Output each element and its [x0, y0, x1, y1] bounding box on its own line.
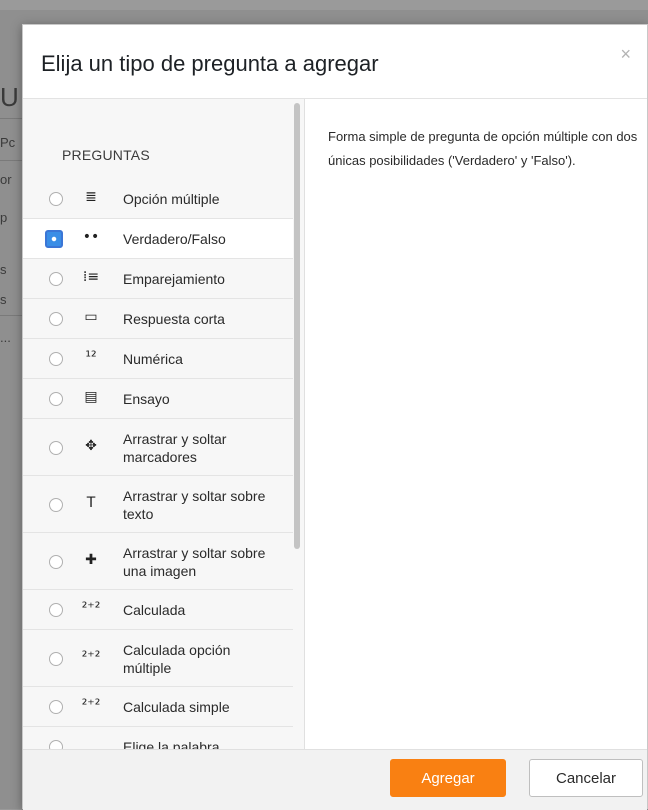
options-container: ≣ Opción múltiple •• Verdadero/Falso ⁞≡ Empar…	[23, 179, 293, 749]
radio-button[interactable]	[49, 352, 63, 366]
scrollbar[interactable]	[294, 103, 300, 549]
question-type-option[interactable]: ✥ Arrastrar y soltar marcadores	[23, 419, 293, 476]
option-label: Calculada	[123, 602, 186, 618]
description-pane: Forma simple de pregunta de opción múlti…	[304, 99, 647, 749]
numeric-icon: ¹²	[85, 349, 97, 365]
radio-button[interactable]	[49, 554, 63, 569]
radio-button[interactable]	[49, 497, 63, 512]
cancel-button[interactable]: Cancelar	[529, 759, 643, 797]
option-label: Respuesta corta	[123, 311, 225, 327]
background-fragment: Pc	[0, 135, 16, 150]
dialog-body: PREGUNTAS ≣ Opción múltiple •• Verdadero/Fa…	[23, 99, 647, 749]
dialog-footer: Agregar Cancelar	[23, 749, 647, 810]
drag-markers-icon: ✥	[85, 437, 97, 454]
match-icon: ⁞≡	[82, 269, 100, 285]
question-type-option[interactable]: ¹² Numérica	[23, 339, 293, 379]
radio-button[interactable]	[49, 272, 63, 286]
question-type-list[interactable]: PREGUNTAS ≣ Opción múltiple •• Verdadero/Fa…	[23, 99, 305, 749]
radio-button[interactable]	[49, 392, 63, 406]
background-fragment: s	[0, 292, 7, 307]
question-type-option[interactable]: ▤ Ensayo	[23, 379, 293, 419]
drag-text-icon: T	[86, 494, 96, 511]
radio-button[interactable]	[49, 312, 63, 326]
option-label: Arrastrar y soltar marcadores	[123, 430, 227, 465]
add-button[interactable]: Agregar	[390, 759, 506, 797]
option-label: Elige la palabra	[123, 739, 220, 749]
question-type-option[interactable]: •• Verdadero/Falso	[23, 219, 293, 259]
dialog-header: Elija un tipo de pregunta a agregar ×	[23, 25, 647, 99]
background-fragment: U	[0, 82, 19, 112]
background-fragment: s	[0, 262, 7, 277]
option-label: Opción múltiple	[123, 191, 220, 207]
question-type-option[interactable]: ²⁺² Calculada simple	[23, 687, 293, 727]
radio-button[interactable]	[49, 440, 63, 455]
radio-button[interactable]	[49, 651, 63, 666]
dots-icon: ••	[82, 229, 100, 245]
question-type-option[interactable]: ²⁺² Calculada	[23, 590, 293, 630]
question-type-description: Forma simple de pregunta de opción múlti…	[328, 129, 638, 168]
option-label: Ensayo	[123, 391, 170, 407]
calculated-multi-icon: ²⁺²	[81, 648, 101, 665]
list-icon: ≣	[85, 189, 97, 205]
close-icon[interactable]: ×	[620, 45, 631, 63]
radio-button[interactable]	[49, 740, 63, 749]
background-fragment: or	[0, 172, 12, 187]
question-type-option[interactable]: ²⁺² Calculada opción múltiple	[23, 630, 293, 687]
drag-image-icon: ✚	[85, 551, 97, 568]
option-label: Numérica	[123, 351, 183, 367]
option-label: Arrastrar y soltar sobre texto	[123, 487, 266, 522]
option-label: Emparejamiento	[123, 271, 225, 287]
radio-button[interactable]	[49, 192, 63, 206]
option-label: Verdadero/Falso	[123, 231, 226, 247]
question-type-option[interactable]: T Arrastrar y soltar sobre texto	[23, 476, 293, 533]
option-label: Arrastrar y soltar sobre una imagen	[123, 544, 266, 579]
essay-icon: ▤	[84, 389, 98, 405]
option-label: Calculada simple	[123, 699, 230, 715]
background-fragment: ...	[0, 330, 11, 345]
background-fragment: p	[0, 210, 8, 225]
question-type-option[interactable]: ✚ Arrastrar y soltar sobre una imagen	[23, 533, 293, 590]
calculated-simple-icon: ²⁺²	[81, 697, 101, 713]
add-question-dialog: Elija un tipo de pregunta a agregar × PR…	[22, 24, 648, 810]
dialog-title: Elija un tipo de pregunta a agregar	[41, 51, 379, 76]
radio-button[interactable]	[49, 603, 63, 617]
question-type-option[interactable]: Elige la palabra	[23, 727, 293, 749]
section-label: PREGUNTAS	[62, 147, 150, 163]
radio-button[interactable]	[49, 700, 63, 714]
option-label: Calculada opción múltiple	[123, 641, 231, 676]
calculated-icon: ²⁺²	[81, 600, 101, 616]
textbox-icon: ▭	[84, 309, 98, 325]
question-type-option[interactable]: ≣ Opción múltiple	[23, 179, 293, 219]
question-type-option[interactable]: ▭ Respuesta corta	[23, 299, 293, 339]
radio-selected[interactable]	[45, 230, 63, 248]
question-type-option[interactable]: ⁞≡ Emparejamiento	[23, 259, 293, 299]
